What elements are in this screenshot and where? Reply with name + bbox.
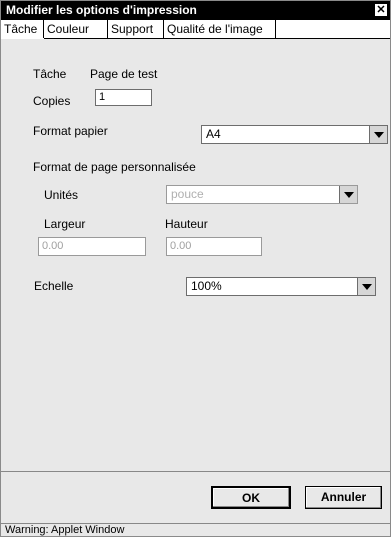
tab-support[interactable]: Support	[108, 20, 164, 38]
window-title: Modifier les options d'impression	[6, 3, 197, 17]
title-bar: Modifier les options d'impression ✕	[1, 1, 390, 20]
scale-value: 100%	[191, 279, 222, 293]
chevron-down-icon[interactable]	[369, 126, 387, 143]
tab-strip: Tâche Couleur Support Qualité de l'image	[1, 20, 390, 39]
tab-couleur[interactable]: Couleur	[44, 20, 108, 38]
width-input[interactable]: 0.00	[38, 237, 146, 256]
status-bar: Warning: Applet Window	[5, 524, 125, 536]
paper-format-value: A4	[206, 127, 221, 141]
copies-label: Copies	[33, 94, 71, 108]
chevron-down-icon[interactable]	[339, 186, 357, 203]
close-icon[interactable]: ✕	[375, 4, 387, 16]
units-label: Unités	[44, 188, 79, 202]
scale-select[interactable]: 100%	[186, 277, 376, 296]
task-label: Tâche	[33, 67, 67, 81]
height-label: Hauteur	[165, 217, 208, 231]
cancel-button[interactable]: Annuler	[305, 486, 382, 509]
width-label: Largeur	[44, 217, 86, 231]
height-input[interactable]: 0.00	[166, 237, 262, 256]
task-value: Page de test	[90, 67, 158, 81]
ok-button[interactable]: OK	[211, 486, 291, 509]
copies-input[interactable]: 1	[95, 89, 152, 106]
paper-format-label: Format papier	[33, 124, 108, 138]
tab-qualite-image[interactable]: Qualité de l'image	[164, 20, 276, 38]
units-select[interactable]: pouce	[166, 185, 358, 204]
custom-page-format-label: Format de page personnalisée	[33, 160, 196, 174]
print-options-dialog: Modifier les options d'impression ✕ Tâch…	[0, 0, 391, 537]
paper-format-select[interactable]: A4	[201, 125, 388, 144]
tab-tache[interactable]: Tâche	[1, 20, 44, 38]
chevron-down-icon[interactable]	[357, 278, 375, 295]
scale-label: Echelle	[34, 279, 74, 293]
tab-baseline	[44, 38, 390, 39]
separator	[1, 471, 390, 472]
units-value: pouce	[171, 187, 204, 201]
